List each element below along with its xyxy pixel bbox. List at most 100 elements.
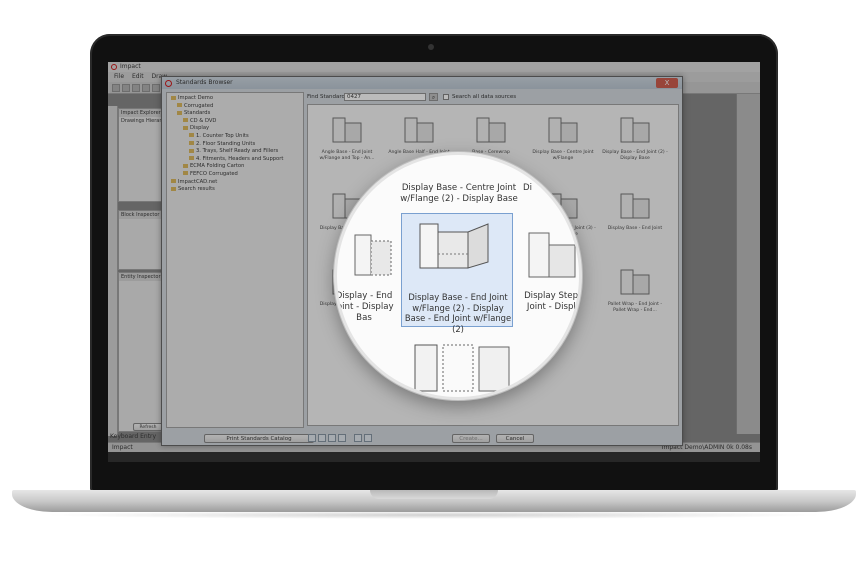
- search-all-label: Search all data sources: [452, 94, 517, 100]
- view-small-icon[interactable]: [318, 434, 326, 442]
- find-label: Find Standard:: [307, 94, 347, 100]
- print-icon[interactable]: [142, 84, 150, 92]
- bottom-thumbnail-icon: [414, 344, 510, 392]
- standard-thumbnail-icon: [548, 117, 578, 143]
- tree-item[interactable]: 3. Trays, Shelf Ready and Fillers: [167, 148, 303, 156]
- standard-item[interactable]: Display Base - End Joint (2) - Display B…: [602, 111, 668, 183]
- app-titlebar: Impact: [108, 62, 760, 72]
- search-icon[interactable]: ⌕: [429, 93, 438, 101]
- standard-thumbnail-icon: [332, 117, 362, 143]
- tree-item-label: 1. Counter Top Units: [196, 132, 249, 139]
- tree-item[interactable]: Standards: [167, 110, 303, 118]
- end-joint-thumbnail-icon: [419, 223, 489, 269]
- zoom-out-icon[interactable]: [364, 434, 372, 442]
- close-button[interactable]: X: [656, 78, 678, 88]
- view-large-icon[interactable]: [308, 434, 316, 442]
- tree-item[interactable]: ImpactCAD.net: [167, 179, 303, 187]
- tree-item-label: Impact Demo: [178, 95, 214, 101]
- tree-item-label: ImpactCAD.net: [178, 178, 218, 185]
- standard-item[interactable]: Angle Base - End Joint w/Flange and Top …: [314, 111, 380, 183]
- tree-item[interactable]: FEFCO Corrugated: [167, 171, 303, 179]
- lens-caption-top: Display Base - Centre Joint w/Flange (2)…: [400, 183, 518, 204]
- menu-file[interactable]: File: [114, 73, 124, 80]
- tree-item-label: ECMA Folding Carton: [190, 163, 245, 170]
- standard-thumbnail-icon: [620, 117, 650, 143]
- tree-item[interactable]: 2. Floor Standing Units: [167, 141, 303, 149]
- status-left: Impact: [112, 444, 133, 451]
- open-icon[interactable]: [122, 84, 130, 92]
- folder-icon: [189, 133, 194, 138]
- tree-item[interactable]: Corrugated: [167, 103, 303, 111]
- right-thumbnail-icon: [528, 232, 576, 278]
- lens-caption-selected: Display Base - End Joint w/Flange (2) - …: [404, 292, 512, 334]
- tree-item[interactable]: CD & DVD: [167, 118, 303, 126]
- tree-item-label: FEFCO Corrugated: [190, 170, 238, 177]
- tree-item[interactable]: Search results: [167, 186, 303, 194]
- standard-item-label: Display Base - Centre Joint w/Flange: [532, 150, 594, 161]
- tree-item[interactable]: 1. Counter Top Units: [167, 133, 303, 141]
- camera-icon: [428, 44, 434, 50]
- folder-icon: [189, 156, 194, 161]
- lens-caption-top-right: Di: [523, 183, 533, 193]
- dialog-titlebar: Standards Browser X: [162, 77, 682, 89]
- tree-item[interactable]: Display: [167, 125, 303, 133]
- folder-icon: [183, 163, 188, 168]
- tree-item[interactable]: Impact Demo: [167, 95, 303, 103]
- refresh-button[interactable]: Refresh: [133, 423, 163, 431]
- lens-caption-left: Display - End Joint - Display Bas: [334, 291, 394, 323]
- tree-item-label: Corrugated: [184, 102, 214, 109]
- standard-item-label: Angle Base - End Joint w/Flange and Top …: [319, 150, 375, 161]
- laptop-notch: [370, 490, 498, 499]
- left-thumbnail-icon: [354, 234, 392, 276]
- folder-icon: [171, 179, 176, 184]
- right-tool-strip[interactable]: [736, 94, 760, 434]
- laptop-shadow: [40, 511, 828, 519]
- folder-icon: [189, 141, 194, 146]
- tree-item-label: Display: [190, 125, 210, 132]
- folder-icon: [171, 186, 176, 191]
- marketing-image: Impact File Edit Draw Impact Explorer Dr…: [0, 0, 868, 579]
- tree-item-label: 3. Trays, Shelf Ready and Fillers: [196, 148, 279, 155]
- search-all-checkbox[interactable]: [443, 94, 449, 100]
- standard-thumbnail-icon: [620, 269, 650, 295]
- tree-item-label: 4. Fitments, Headers and Support: [196, 155, 284, 162]
- tree-item[interactable]: ECMA Folding Carton: [167, 163, 303, 171]
- tree-item[interactable]: 4. Fitments, Headers and Support: [167, 156, 303, 164]
- save-icon[interactable]: [132, 84, 140, 92]
- standard-thumbnail-icon: [476, 117, 506, 143]
- folder-icon: [189, 148, 194, 153]
- view-list-icon[interactable]: [328, 434, 336, 442]
- zoom-in-icon[interactable]: [354, 434, 362, 442]
- print-catalog-button[interactable]: Print Standards Catalog: [204, 434, 314, 443]
- magnifier-lens: Display Base - Centre Joint w/Flange (2)…: [334, 152, 582, 400]
- view-details-icon[interactable]: [338, 434, 346, 442]
- standards-tree: Impact Demo Corrugated Standards CD & DVD Di…: [166, 92, 304, 428]
- tree-item-label: CD & DVD: [190, 117, 217, 124]
- tree-item-label: 2. Floor Standing Units: [196, 140, 256, 147]
- standard-item-label: Display Base - End Joint (2) - Display B…: [602, 150, 668, 161]
- find-standard-input[interactable]: 0427: [344, 93, 426, 101]
- standard-thumbnail-icon: [620, 193, 650, 219]
- standard-item[interactable]: Pallet Wrap - End Joint - Pallet Wrap - …: [602, 263, 668, 335]
- folder-icon: [177, 103, 182, 108]
- standard-thumbnail-icon: [404, 117, 434, 143]
- create-button[interactable]: Create...: [452, 434, 490, 443]
- dialog-icon: [165, 80, 172, 87]
- dialog-footer: Print Standards Catalog Create... Cancel: [162, 431, 682, 445]
- folder-icon: [171, 95, 176, 100]
- tree-item-label: Search results: [178, 186, 215, 193]
- left-tab-strip[interactable]: [108, 106, 118, 436]
- screen-bottom-edge: [108, 452, 760, 462]
- selected-standard-item[interactable]: Display Base - End Joint w/Flange (2) - …: [401, 213, 513, 334]
- menu-edit[interactable]: Edit: [132, 73, 144, 80]
- cut-icon[interactable]: [152, 84, 160, 92]
- lens-caption-right: Display StepB Joint - Displa: [524, 291, 582, 312]
- standard-item[interactable]: Display Base - Centre Joint w/Flange: [530, 111, 596, 183]
- app-title: Impact: [120, 63, 141, 70]
- find-row: Find Standard: 0427 ⌕ Search all data so…: [307, 92, 679, 102]
- tree-item-label: Standards: [184, 110, 211, 117]
- dialog-title: Standards Browser: [176, 79, 233, 86]
- standard-item[interactable]: Display Base - End Joint: [602, 187, 668, 259]
- new-icon[interactable]: [112, 84, 120, 92]
- cancel-button[interactable]: Cancel: [496, 434, 534, 443]
